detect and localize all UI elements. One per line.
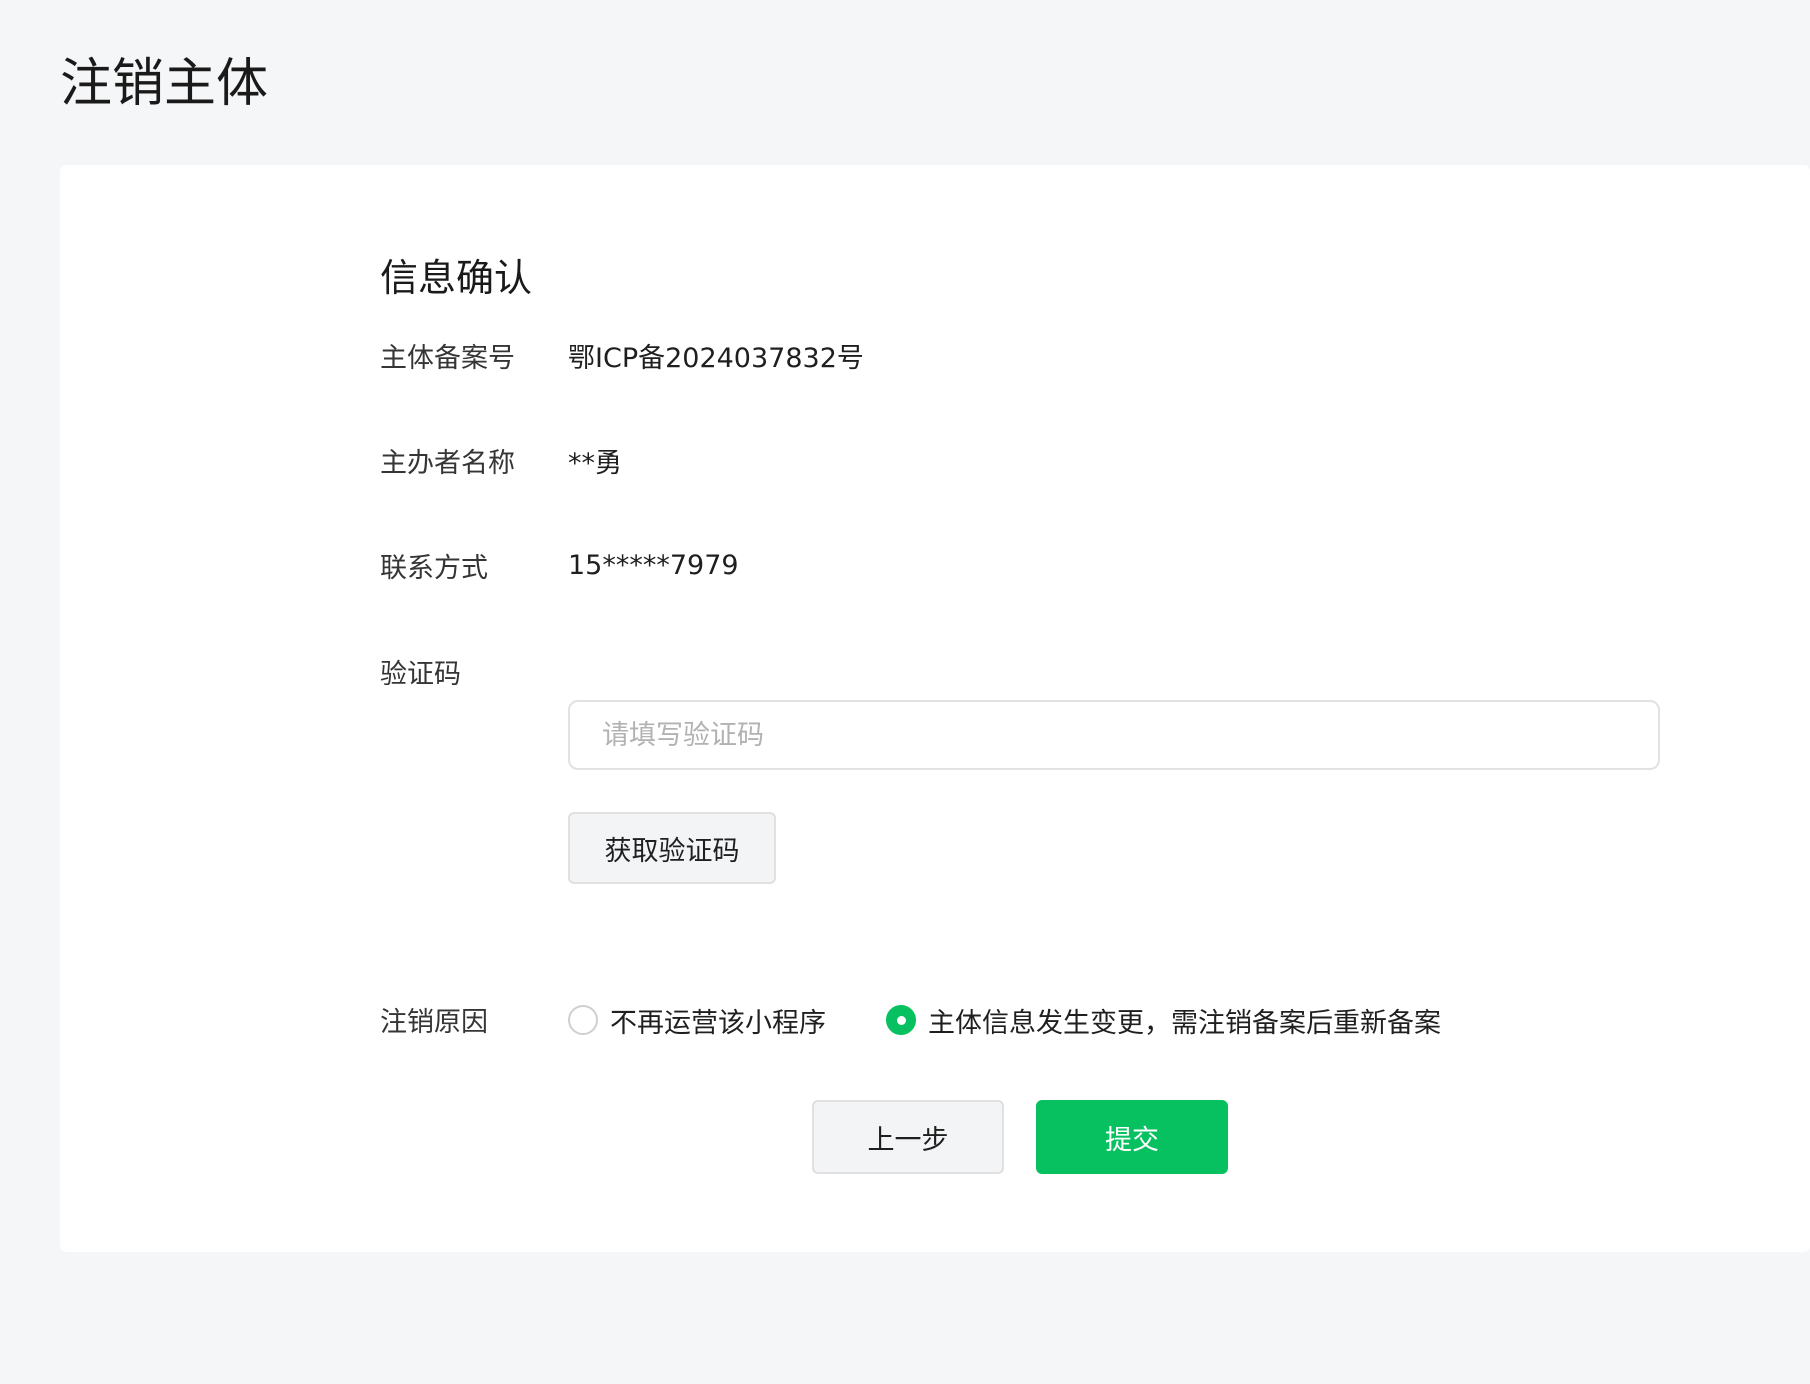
sponsor-name-label: 主办者名称 [380,447,515,479]
verification-code-row: 验证码 [380,651,568,691]
radio-checked-icon[interactable] [886,1005,916,1035]
reason-option-label: 不再运营该小程序 [610,1007,826,1039]
verification-code-input[interactable] [568,700,1660,770]
contact-value: 15*****7979 [568,549,739,581]
filing-number-row: 主体备案号 鄂ICP备2024037832号 [380,335,864,375]
reason-row: 注销原因 [380,999,568,1039]
radio-unchecked-icon[interactable] [568,1005,598,1035]
reason-label: 注销原因 [380,1006,488,1038]
page-title: 注销主体 [60,54,269,114]
filing-number-label: 主体备案号 [380,342,515,374]
reason-option-stop-operating[interactable]: 不再运营该小程序 [568,1001,826,1040]
sponsor-name-value: **勇 [568,447,622,479]
section-title: 信息确认 [380,256,533,300]
contact-row: 联系方式 15*****7979 [380,545,739,585]
radio-dot-icon [896,1015,906,1025]
contact-label: 联系方式 [380,552,488,584]
prev-step-button[interactable]: 上一步 [812,1100,1004,1174]
verification-code-label: 验证码 [380,658,461,690]
submit-button[interactable]: 提交 [1036,1100,1228,1174]
get-verification-code-button[interactable]: 获取验证码 [568,812,776,884]
reason-option-entity-change[interactable]: 主体信息发生变更，需注销备案后重新备案 [886,1001,1441,1040]
filing-number-value: 鄂ICP备2024037832号 [568,342,864,374]
reason-option-label: 主体信息发生变更，需注销备案后重新备案 [928,1007,1441,1039]
sponsor-name-row: 主办者名称 **勇 [380,440,622,480]
form-card: 信息确认 主体备案号 鄂ICP备2024037832号 主办者名称 **勇 联系… [60,165,1810,1252]
reason-radio-group: 不再运营该小程序 主体信息发生变更，需注销备案后重新备案 [568,995,1441,1045]
